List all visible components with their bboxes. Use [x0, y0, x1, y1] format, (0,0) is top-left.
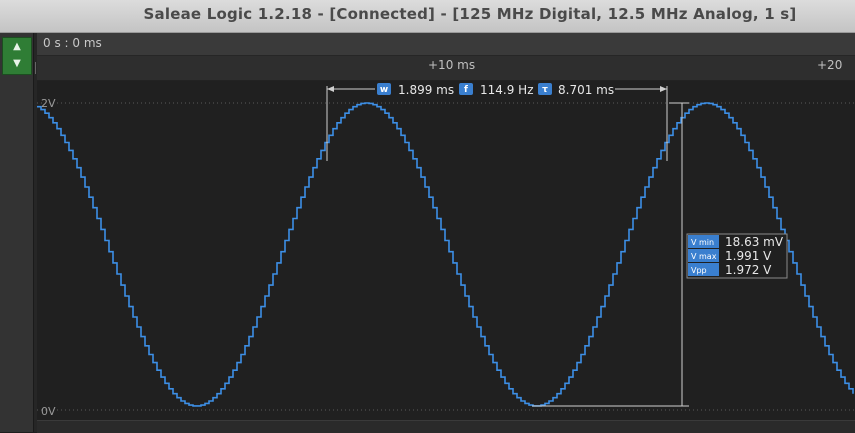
- down-arrow-icon[interactable]: ▼: [3, 56, 31, 72]
- period-value: 8.701 ms: [558, 83, 614, 97]
- tick-label-20ms: +20: [817, 58, 843, 72]
- vmax-value: 1.991 V: [725, 249, 772, 263]
- cursor-position-readout: 0 s : 0 ms: [43, 36, 102, 50]
- analog-channel-plot[interactable]: 2V 0V w 1.899 ms f 114.9 Hz τ 8.701 ms V…: [37, 81, 855, 420]
- frequency-badge-text: f: [464, 85, 468, 95]
- window-title: Saleae Logic 1.2.18 - [Connected] - [125…: [143, 5, 797, 23]
- width-value: 1.899 ms: [398, 83, 454, 97]
- vpp-label: Vpp: [691, 266, 707, 275]
- title-bar: Saleae Logic 1.2.18 - [Connected] - [125…: [0, 0, 855, 33]
- channel-panel: ▲ ▼: [0, 33, 34, 432]
- time-ruler[interactable]: +10 ms +20: [37, 56, 855, 81]
- channel-nav-buttons: ▲ ▼: [2, 37, 32, 75]
- ruler-grip-handle[interactable]: [35, 62, 36, 74]
- time-position-bar: 0 s : 0 ms: [37, 33, 855, 56]
- vmin-label: V min: [691, 238, 714, 247]
- level-low-label: 0V: [41, 405, 56, 418]
- vmin-value: 18.63 mV: [725, 235, 784, 249]
- horizontal-scrollbar[interactable]: [37, 420, 855, 433]
- measure-arrow-left: [327, 86, 334, 92]
- frequency-value: 114.9 Hz: [480, 83, 534, 97]
- vpp-value: 1.972 V: [725, 263, 772, 277]
- measure-arrow-right: [660, 86, 667, 92]
- level-high-label: 2V: [41, 97, 56, 110]
- period-badge-text: τ: [542, 85, 548, 95]
- vmax-label: V max: [691, 252, 717, 261]
- waveform-svg: 2V 0V w 1.899 ms f 114.9 Hz τ 8.701 ms V…: [37, 82, 855, 418]
- up-arrow-icon[interactable]: ▲: [3, 39, 31, 55]
- tick-label-10ms: +10 ms: [428, 58, 476, 72]
- width-badge-text: w: [380, 85, 388, 95]
